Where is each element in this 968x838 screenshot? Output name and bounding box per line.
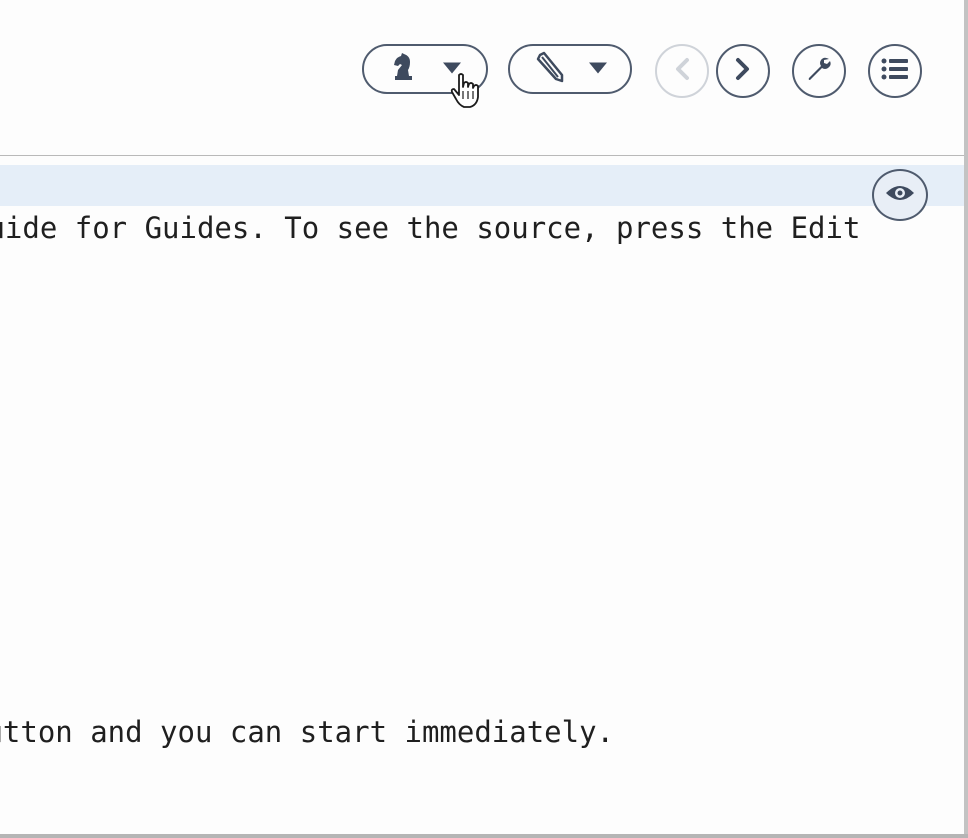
scrollbar-edge (964, 0, 968, 838)
list-icon (881, 57, 909, 85)
toolbar (0, 0, 964, 156)
preview-toggle-button[interactable] (872, 169, 928, 221)
content-text-line: Guide for Guides. To see the source, pre… (0, 211, 861, 245)
content-text-line: button and you can start immediately. (0, 715, 615, 749)
chevron-left-icon (673, 57, 691, 85)
hand-cursor-icon (450, 73, 484, 113)
bottom-border (0, 834, 968, 838)
pencil-icon (534, 51, 566, 87)
wrench-icon (805, 55, 833, 87)
menu-button[interactable] (868, 44, 922, 98)
edit-dropdown-button[interactable] (508, 44, 632, 94)
chess-knight-icon (390, 52, 416, 86)
forward-button[interactable] (716, 44, 770, 98)
eye-icon (885, 183, 915, 207)
chevron-down-icon (588, 60, 608, 79)
chevron-right-icon (734, 57, 752, 85)
back-button[interactable] (655, 44, 709, 98)
current-line-highlight (0, 165, 964, 206)
settings-button[interactable] (792, 44, 846, 98)
